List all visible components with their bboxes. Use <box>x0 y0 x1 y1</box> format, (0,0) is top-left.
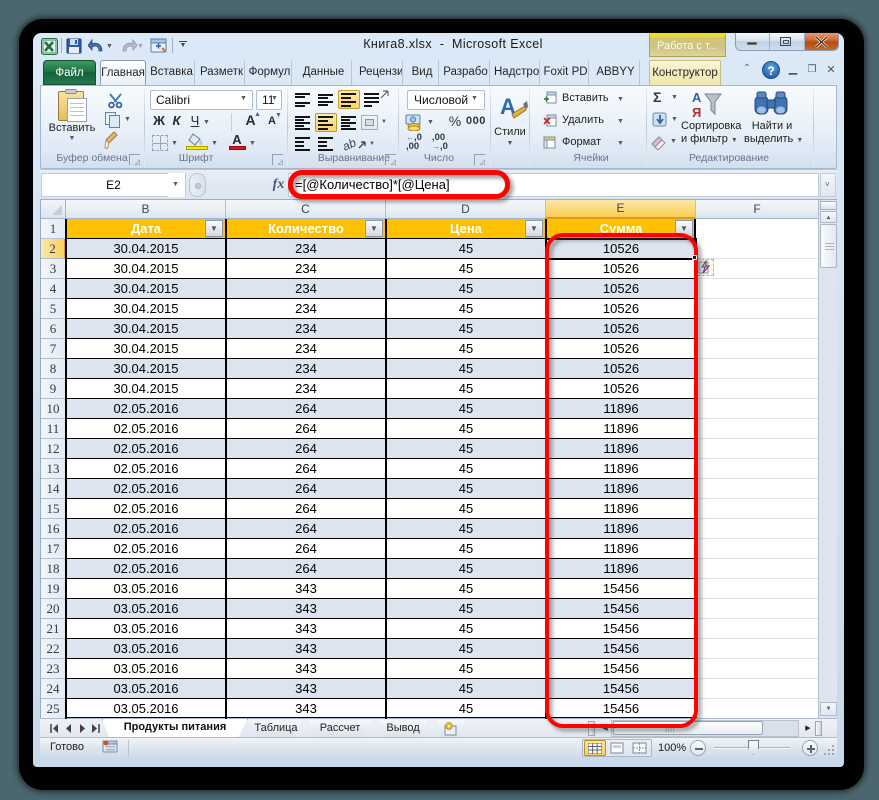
svg-text:ab: ab <box>344 135 359 152</box>
svg-text:А: А <box>692 90 702 105</box>
svg-text:Я: Я <box>692 105 701 120</box>
